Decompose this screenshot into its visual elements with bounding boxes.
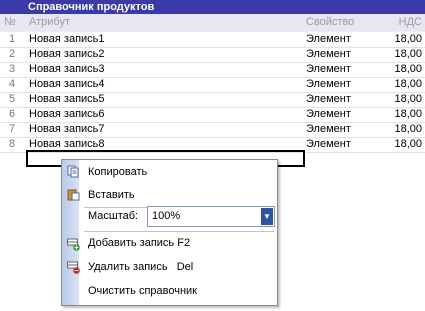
menu-item-clear-label: Очистить справочник	[88, 285, 197, 297]
row-property: Элемент	[306, 48, 351, 60]
row-number: 6	[9, 108, 16, 120]
row-number: 1	[9, 33, 16, 45]
row-property: Элемент	[306, 123, 351, 135]
window-title: Справочник продуктов	[28, 1, 155, 13]
column-header-vat[interactable]: НДС	[399, 14, 422, 31]
table-row[interactable]: 4 Новая запись4 Элемент 18,00	[0, 77, 425, 93]
zoom-label: Масштаб:	[88, 210, 139, 222]
row-vat: 18,00	[394, 123, 422, 135]
row-vat: 18,00	[394, 33, 422, 45]
row-vat: 18,00	[394, 78, 422, 90]
menu-item-delete-record-label: Удалить запись Del	[88, 261, 194, 273]
row-vat: 18,00	[394, 63, 422, 75]
zoom-value: 100%	[152, 210, 181, 222]
table-row[interactable]: 7 Новая запись7 Элемент 18,00	[0, 122, 425, 138]
paste-icon	[67, 189, 80, 201]
row-vat: 18,00	[394, 138, 422, 150]
zoom-select[interactable]: 100% ▼	[147, 206, 275, 227]
row-attribute: Новая запись7	[29, 123, 105, 135]
table-row[interactable]: 3 Новая запись3 Элемент 18,00	[0, 62, 425, 78]
row-property: Элемент	[306, 108, 351, 120]
menu-item-add-record-label: Добавить запись F2	[88, 237, 191, 249]
table-row[interactable]: 6 Новая запись6 Элемент 18,00	[0, 107, 425, 123]
row-number: 2	[9, 48, 16, 60]
copy-icon	[67, 165, 79, 178]
row-vat: 18,00	[394, 93, 422, 105]
column-header-number[interactable]: №	[4, 14, 24, 31]
table-row[interactable]: 5 Новая запись5 Элемент 18,00	[0, 92, 425, 108]
row-property: Элемент	[306, 78, 351, 90]
column-header-attribute[interactable]: Атрибут	[29, 14, 70, 31]
row-number: 7	[9, 123, 16, 135]
row-property: Элемент	[306, 63, 351, 75]
row-number: 3	[9, 63, 16, 75]
row-property: Элемент	[306, 138, 351, 150]
table-row[interactable]: 1 Новая запись1 Элемент 18,00	[0, 32, 425, 48]
delete-row-icon	[67, 261, 80, 274]
row-attribute: Новая запись6	[29, 108, 105, 120]
row-vat: 18,00	[394, 48, 422, 60]
menu-item-copy-label: Копировать	[88, 166, 148, 178]
table-row[interactable]: 2 Новая запись2 Элемент 18,00	[0, 47, 425, 63]
row-number: 4	[9, 78, 16, 90]
row-attribute: Новая запись5	[29, 93, 105, 105]
row-attribute: Новая запись3	[29, 63, 105, 75]
row-attribute: Новая запись2	[29, 48, 105, 60]
row-attribute: Новая запись4	[29, 78, 105, 90]
row-attribute: Новая запись1	[29, 33, 105, 45]
column-header-property[interactable]: Свойство	[306, 14, 354, 31]
row-number: 5	[9, 93, 16, 105]
table-header: № Атрибут Свойство НДС	[0, 14, 425, 32]
menu-item-paste-label: Вставить	[88, 189, 135, 201]
row-property: Элемент	[306, 33, 351, 45]
window-title-bar: Справочник продуктов	[0, 0, 425, 14]
menu-icon-strip	[62, 160, 79, 305]
add-row-icon	[67, 238, 80, 251]
row-property: Элемент	[306, 93, 351, 105]
context-menu: Копировать Вставить Масштаб: 100% ▼ Доба…	[61, 159, 278, 306]
row-vat: 18,00	[394, 108, 422, 120]
chevron-down-icon[interactable]: ▼	[261, 208, 273, 225]
